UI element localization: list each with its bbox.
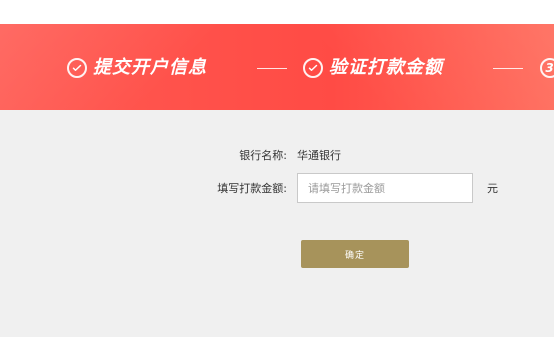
bank-name-label: 银行名称: bbox=[239, 149, 287, 162]
step-2-label: 验证打款金额 bbox=[329, 57, 443, 78]
check-circle-icon bbox=[67, 58, 87, 78]
check-circle-icon bbox=[303, 58, 323, 78]
step-connector-1 bbox=[257, 68, 287, 69]
amount-unit: 元 bbox=[487, 182, 498, 195]
bank-name-row: 银行名称: 华通银行 bbox=[203, 147, 341, 163]
step-1-label: 提交开户信息 bbox=[93, 57, 207, 78]
step-number-circle: 3 bbox=[540, 58, 554, 78]
step-1: 提交开户信息 bbox=[67, 55, 207, 81]
bank-name-value: 华通银行 bbox=[297, 149, 341, 162]
step-3: 3 bbox=[540, 55, 554, 81]
steps: 提交开户信息 验证打款金额 3 bbox=[0, 24, 554, 110]
step-connector-2 bbox=[493, 68, 523, 69]
amount-row: 填写打款金额: 元 bbox=[203, 173, 498, 203]
step-2: 验证打款金额 bbox=[303, 55, 443, 81]
amount-label: 填写打款金额: bbox=[217, 182, 287, 195]
top-strip bbox=[0, 0, 554, 24]
amount-input[interactable] bbox=[297, 173, 473, 203]
progress-banner: 提交开户信息 验证打款金额 3 bbox=[0, 24, 554, 110]
verify-amount-panel: 银行名称: 华通银行 填写打款金额: 元 确定 bbox=[0, 110, 554, 337]
confirm-button[interactable]: 确定 bbox=[301, 240, 409, 268]
